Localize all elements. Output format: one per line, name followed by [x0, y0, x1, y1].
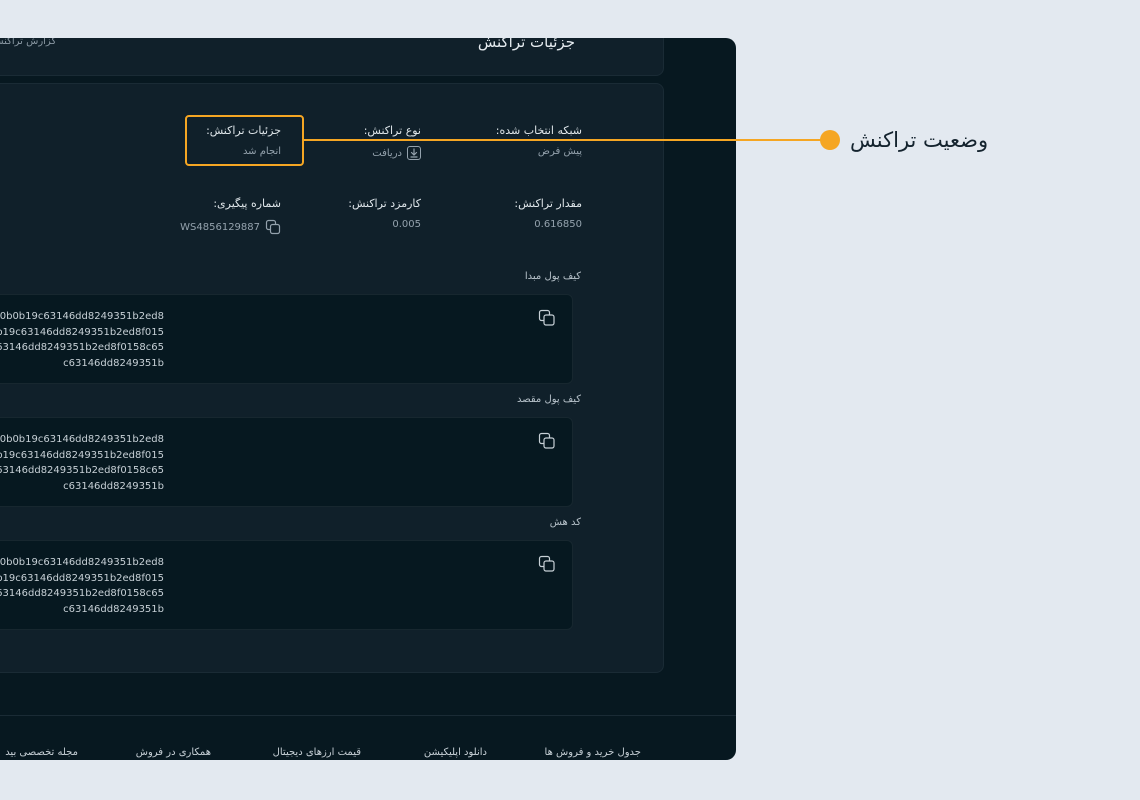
page-title: جزئیات تراکنش: [477, 38, 575, 51]
type-label: نوع تراکنش:: [363, 124, 421, 137]
hash-line: a60b0b19c63146dd8249351b2ed8f015: [0, 572, 164, 584]
footer-divider: [0, 715, 736, 716]
tracking-field: شماره پیگیری: WS4856129887: [180, 197, 281, 235]
receive-icon: [407, 146, 421, 160]
annotation-label: وضعیت تراکنش: [850, 128, 989, 152]
fee-label: کارمزد تراکنش:: [348, 197, 421, 210]
address-line: a60b0b19c63146dd8249351b2ed8f015: [0, 449, 164, 461]
header-card: جزئیات تراکنش گزارش تراکنش‌ها: [0, 38, 664, 76]
tracking-value: WS4856129887: [180, 219, 281, 235]
address-line: a60b0b19c63146dd8249351b2ed8f015: [0, 326, 164, 338]
hash-line: 0b19c63146dd8249351b2ed8f0158c65: [0, 588, 164, 599]
hash-line: 74bca60b0b19c63146dd8249351b2ed8: [0, 557, 164, 568]
app-window: جزئیات تراکنش گزارش تراکنش‌ها شبکه انتخا…: [0, 38, 736, 760]
address-line: c63146dd8249351b: [63, 480, 164, 492]
amount-value: 0.616850: [514, 219, 582, 230]
footer-link-download-app[interactable]: دانلود اپلیکیشن: [424, 747, 487, 758]
address-line: 74bca60b0b19c63146dd8249351b2ed8: [0, 311, 164, 322]
type-field: نوع تراکنش: دریافت: [364, 124, 421, 160]
hash-box: 74bca60b0b19c63146dd8249351b2ed8 a60b0b1…: [0, 540, 573, 630]
footer-link-magazine[interactable]: مجله تخصصی بید: [5, 747, 78, 758]
amount-field: مقدار تراکنش: 0.616850: [514, 197, 582, 230]
address-line: c63146dd8249351b: [63, 357, 164, 369]
network-value-text: پیش فرض: [537, 146, 582, 157]
address-line: 0b19c63146dd8249351b2ed8f0158c65: [0, 342, 164, 353]
breadcrumb[interactable]: گزارش تراکنش‌ها: [0, 38, 56, 47]
destination-wallet-label: کیف پول مقصد: [516, 394, 581, 405]
source-wallet-address: 74bca60b0b19c63146dd8249351b2ed8 a60b0b1…: [0, 309, 164, 371]
footer-link-crypto-prices[interactable]: قیمت ارزهای دیجیتال: [273, 747, 361, 758]
hash-label: کد هش: [549, 517, 581, 528]
source-wallet-label: کیف پول مبدا: [524, 271, 581, 282]
source-wallet-box: 74bca60b0b19c63146dd8249351b2ed8 a60b0b1…: [0, 294, 573, 384]
footer-link-affiliate[interactable]: همکاری در فروش: [136, 747, 211, 758]
type-value: دریافت: [364, 146, 421, 160]
footer-link-trade-table[interactable]: جدول خرید و فروش ها: [545, 747, 641, 758]
fee-value-text: 0.005: [392, 219, 421, 230]
hash-line: c63146dd8249351b: [63, 603, 164, 615]
annotation-dot: [820, 130, 840, 150]
address-line: 74bca60b0b19c63146dd8249351b2ed8: [0, 434, 164, 445]
copy-icon[interactable]: [265, 219, 281, 235]
type-value-text: دریافت: [372, 147, 402, 159]
annotation-connector-line: [304, 139, 830, 141]
tracking-value-text: WS4856129887: [180, 221, 260, 233]
fee-field: کارمزد تراکنش: 0.005: [348, 197, 421, 230]
transaction-details-card: شبکه انتخاب شده: پیش فرض نوع تراکنش: دری…: [0, 83, 664, 673]
amount-value-text: 0.616850: [534, 219, 582, 230]
tracking-label: شماره پیگیری:: [213, 197, 281, 210]
fee-value: 0.005: [348, 219, 421, 230]
address-line: 0b19c63146dd8249351b2ed8f0158c65: [0, 465, 164, 476]
network-label: شبکه انتخاب شده:: [495, 124, 582, 137]
hash-value: 74bca60b0b19c63146dd8249351b2ed8 a60b0b1…: [0, 555, 164, 617]
network-value: پیش فرض: [496, 146, 582, 157]
destination-wallet-box: 74bca60b0b19c63146dd8249351b2ed8 a60b0b1…: [0, 417, 573, 507]
copy-hash-button[interactable]: [538, 555, 556, 573]
copy-destination-wallet-button[interactable]: [538, 432, 556, 450]
status-highlight-frame: [185, 115, 304, 166]
amount-label: مقدار تراکنش:: [514, 197, 582, 210]
copy-source-wallet-button[interactable]: [538, 309, 556, 327]
destination-wallet-address: 74bca60b0b19c63146dd8249351b2ed8 a60b0b1…: [0, 432, 164, 494]
